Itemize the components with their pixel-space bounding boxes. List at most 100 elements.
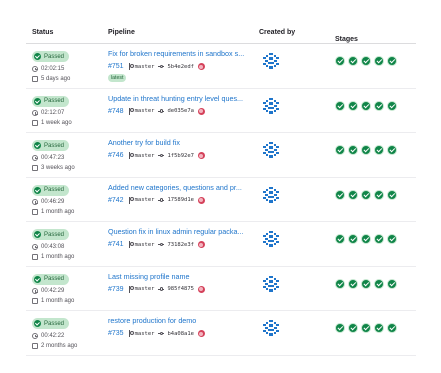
status-badge[interactable]: Passed (32, 229, 70, 240)
stage-passed-icon[interactable] (361, 234, 371, 244)
commit-sha[interactable]: 985f4875 (167, 286, 194, 292)
pipeline-id-link[interactable]: #748 (108, 108, 124, 115)
stages-group (335, 323, 400, 333)
creator-avatar[interactable] (263, 186, 279, 203)
calendar-icon (32, 253, 38, 260)
branch-name[interactable]: master (135, 286, 155, 292)
branch-name[interactable]: master (135, 64, 155, 70)
stage-passed-icon[interactable] (348, 56, 358, 66)
commit-sha[interactable]: b4a08a1e (167, 331, 194, 337)
table-row: Passed 00:42:22 2 months ago restore pro… (26, 311, 416, 356)
check-circle-icon (34, 320, 41, 327)
status-badge[interactable]: Passed (32, 95, 70, 107)
duration: 00:43:08 (32, 243, 74, 250)
commit-author-avatar[interactable] (197, 330, 205, 337)
creator-avatar[interactable] (263, 231, 279, 247)
commit-title-link[interactable]: Another try for build fix (108, 138, 248, 148)
stage-passed-icon[interactable] (335, 323, 345, 333)
branch-icon (128, 107, 134, 115)
status-badge[interactable]: Passed (32, 273, 70, 285)
pipeline-id-link[interactable]: #739 (108, 286, 124, 293)
stage-passed-icon[interactable] (335, 100, 345, 111)
creator-avatar[interactable] (263, 97, 279, 114)
creator-avatar[interactable] (263, 142, 279, 158)
branch-name[interactable]: master (135, 153, 155, 159)
stage-passed-icon[interactable] (361, 100, 371, 111)
pipeline-id-link[interactable]: #735 (108, 330, 124, 337)
branch-name[interactable]: master (135, 331, 155, 337)
pipeline-id-link[interactable]: #741 (108, 241, 124, 248)
table-body: Passed 02:02:15 5 days ago Fix for broke… (26, 44, 416, 356)
stage-passed-icon[interactable] (361, 278, 371, 289)
stage-passed-icon[interactable] (374, 234, 384, 244)
status-badge[interactable]: Passed (32, 140, 70, 151)
stage-passed-icon[interactable] (335, 234, 345, 244)
commit-icon (158, 286, 165, 292)
branch-name[interactable]: master (135, 108, 155, 114)
stage-passed-icon[interactable] (361, 145, 371, 155)
stage-passed-icon[interactable] (361, 56, 371, 66)
stage-passed-icon[interactable] (348, 189, 358, 200)
commit-sha[interactable]: 1f5b92e7 (167, 153, 194, 159)
commit-author-avatar[interactable] (197, 152, 205, 159)
status-badge[interactable]: Passed (32, 51, 70, 62)
stage-passed-icon[interactable] (335, 189, 345, 200)
table-header: Status Pipeline Created by Stages (26, 24, 416, 44)
creator-avatar[interactable] (263, 320, 279, 336)
check-circle-icon (34, 275, 41, 283)
column-header-status: Status (32, 29, 54, 36)
commit-author-avatar[interactable] (197, 63, 205, 70)
stage-passed-icon[interactable] (374, 56, 384, 66)
stage-passed-icon[interactable] (387, 100, 397, 111)
duration: 00:42:22 (32, 332, 77, 339)
commit-title-link[interactable]: Update in threat hunting entry level que… (108, 94, 248, 104)
finished-ago: 1 month ago (32, 253, 74, 260)
stage-passed-icon[interactable] (387, 56, 397, 66)
stage-passed-icon[interactable] (361, 323, 371, 333)
stage-passed-icon[interactable] (374, 278, 384, 289)
creator-avatar[interactable] (263, 53, 279, 69)
duration-text: 02:02:15 (41, 65, 65, 72)
commit-title-link[interactable]: Added new categories, questions and pr..… (108, 183, 248, 193)
finished-ago: 3 weeks ago (32, 164, 75, 171)
branch-icon (128, 152, 134, 159)
commit-sha[interactable]: 17589d1e (167, 197, 194, 203)
stage-passed-icon[interactable] (387, 278, 397, 289)
pipeline-id-link[interactable]: #746 (108, 152, 124, 159)
creator-avatar[interactable] (263, 275, 279, 292)
stage-passed-icon[interactable] (374, 189, 384, 200)
stage-passed-icon[interactable] (387, 189, 397, 200)
stage-passed-icon[interactable] (335, 56, 345, 66)
pipeline-id-link[interactable]: #751 (108, 63, 124, 70)
stage-passed-icon[interactable] (387, 234, 397, 244)
stage-passed-icon[interactable] (348, 234, 358, 244)
stage-passed-icon[interactable] (348, 145, 358, 155)
pipeline-id-link[interactable]: #742 (108, 197, 124, 204)
stage-passed-icon[interactable] (348, 278, 358, 289)
stage-passed-icon[interactable] (374, 323, 384, 333)
commit-sha[interactable]: 73182e3f (167, 242, 194, 248)
status-badge[interactable]: Passed (32, 184, 70, 196)
stage-passed-icon[interactable] (348, 323, 358, 333)
stage-passed-icon[interactable] (374, 145, 384, 155)
stage-passed-icon[interactable] (374, 100, 384, 111)
branch-name[interactable]: master (135, 197, 155, 203)
stage-passed-icon[interactable] (387, 323, 397, 333)
commit-title-link[interactable]: Last missing profile name (108, 272, 248, 282)
stage-passed-icon[interactable] (335, 145, 345, 155)
commit-author-avatar[interactable] (197, 285, 205, 293)
commit-author-avatar[interactable] (197, 107, 205, 115)
stage-passed-icon[interactable] (348, 100, 358, 111)
commit-title-link[interactable]: Question fix in linux admin regular pack… (108, 227, 248, 237)
commit-title-link[interactable]: restore production for demo (108, 316, 248, 326)
commit-author-avatar[interactable] (197, 241, 205, 248)
stage-passed-icon[interactable] (361, 189, 371, 200)
commit-title-link[interactable]: Fix for broken requirements in sandbox s… (108, 49, 248, 59)
status-badge[interactable]: Passed (32, 318, 70, 329)
commit-sha[interactable]: 5b4e2edf (167, 64, 194, 70)
commit-sha[interactable]: de035e7a (167, 108, 194, 114)
branch-name[interactable]: master (135, 242, 155, 248)
commit-author-avatar[interactable] (197, 196, 205, 204)
stage-passed-icon[interactable] (387, 145, 397, 155)
stage-passed-icon[interactable] (335, 278, 345, 289)
